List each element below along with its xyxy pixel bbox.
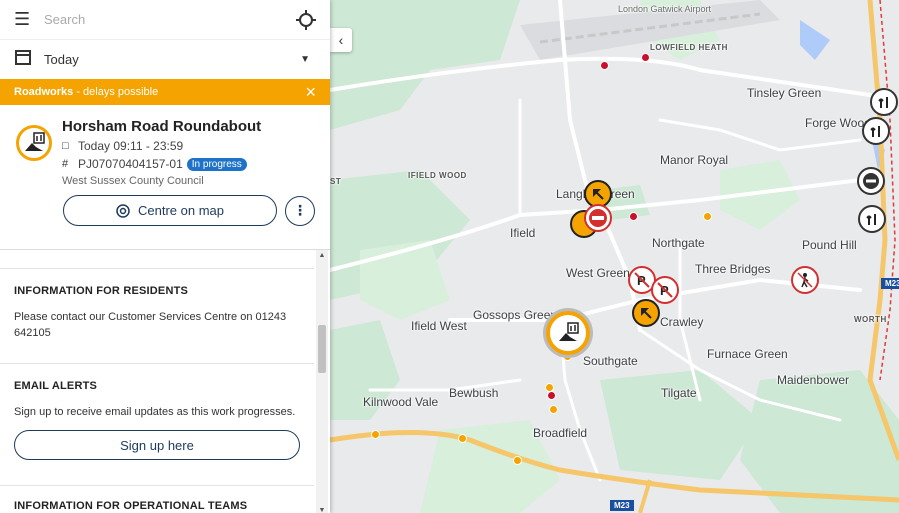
pedestrian-marker[interactable] <box>791 266 819 294</box>
no-parking-icon: P <box>634 272 650 288</box>
lanes-icon <box>878 97 888 108</box>
more-options-button[interactable]: ⋮ <box>285 195 315 226</box>
place-label: Broadfield <box>533 426 588 440</box>
roadworks-marker[interactable] <box>632 299 660 327</box>
lanes-icon <box>866 214 876 225</box>
traffic-signal-marker[interactable] <box>862 117 890 145</box>
road-shield: M23 <box>881 278 899 289</box>
lanes-icon <box>870 126 880 137</box>
incident-marker[interactable] <box>458 434 467 443</box>
place-label: Ifield <box>510 226 536 240</box>
place-label: London Gatwick Airport <box>618 4 712 14</box>
no-parking-marker[interactable]: P <box>651 276 679 304</box>
place-label: Manor Royal <box>660 153 729 167</box>
closure-marker[interactable] <box>857 167 885 195</box>
side-panel: ☰ Search Today ▼ Roadworks - delays possi… <box>0 0 330 513</box>
residents-text: Please contact our Customer Services Cen… <box>14 311 287 339</box>
email-title: EMAIL ALERTS <box>14 380 98 392</box>
no-parking-icon: P <box>657 282 673 298</box>
place-label: ST <box>330 177 342 186</box>
incident-reference: PJ07070404157-01 <box>78 157 183 171</box>
incident-marker[interactable] <box>549 405 558 414</box>
info-scroll-area[interactable]: INFORMATION FOR RESIDENTS Please contact… <box>0 249 330 513</box>
place-label: Bewbush <box>449 386 499 400</box>
place-label: Pound Hill <box>802 238 857 252</box>
place-label: Southgate <box>583 354 638 368</box>
roadworks-icon <box>16 125 52 161</box>
incident-marker[interactable] <box>371 430 380 439</box>
place-label: Three Bridges <box>695 262 771 276</box>
status-badge: In progress <box>186 157 247 171</box>
place-label: LOWFIELD HEATH <box>650 43 728 52</box>
incident-detail: Horsham Road Roundabout □ Today 09:11 - … <box>0 105 330 226</box>
place-label: Kilnwood Vale <box>363 395 439 409</box>
target-icon <box>116 203 130 218</box>
place-label: Tinsley Green <box>747 86 822 100</box>
operational-title: INFORMATION FOR OPERATIONAL TEAMS <box>14 500 248 512</box>
place-label: Ifield West <box>411 319 467 333</box>
traffic-signal-marker[interactable] <box>870 88 898 116</box>
menu-icon[interactable]: ☰ <box>14 9 44 30</box>
incident-marker[interactable] <box>545 383 554 392</box>
place-label: Northgate <box>652 236 705 250</box>
hash-icon: # <box>62 158 69 170</box>
place-label: Forge Wood <box>805 116 871 130</box>
incident-marker[interactable] <box>629 212 638 221</box>
close-icon[interactable]: × <box>305 82 316 103</box>
incident-time: Today 09:11 - 23:59 <box>78 139 184 153</box>
scroll-up-icon[interactable]: ▲ <box>316 252 328 259</box>
place-label: Tilgate <box>661 386 697 400</box>
selected-roadworks-marker[interactable] <box>546 311 590 355</box>
collapse-panel-button[interactable]: ‹ <box>330 28 352 52</box>
operational-section: INFORMATION FOR OPERATIONAL TEAMS <box>0 486 314 513</box>
residents-section: INFORMATION FOR RESIDENTS Please contact… <box>0 269 314 364</box>
incident-marker[interactable] <box>513 456 522 465</box>
alert-message: - delays possible <box>76 86 159 98</box>
locate-icon[interactable] <box>296 9 316 30</box>
arrow-icon <box>641 308 652 319</box>
scrollbar[interactable]: ▲ ▼ <box>316 250 328 513</box>
email-alerts-section: EMAIL ALERTS Sign up to receive email up… <box>0 364 314 486</box>
residents-title: INFORMATION FOR RESIDENTS <box>14 285 189 297</box>
no-entry-icon <box>863 173 879 189</box>
incident-title: Horsham Road Roundabout <box>62 118 262 135</box>
calendar-icon: □ <box>62 140 69 152</box>
incident-marker[interactable] <box>703 212 712 221</box>
alert-title: Roadworks <box>14 86 74 98</box>
place-label: WORTH <box>854 315 887 324</box>
email-text: Sign up to receive email updates as this… <box>14 406 296 418</box>
road-shield: M23 <box>610 500 634 511</box>
no-entry-icon <box>589 209 607 227</box>
incident-marker[interactable] <box>547 391 556 400</box>
date-selector[interactable]: Today ▼ <box>0 40 330 78</box>
place-label: Crawley <box>660 315 704 329</box>
place-label: Gossops Green <box>473 308 558 322</box>
incident-marker[interactable] <box>641 53 650 62</box>
roadworks-icon <box>559 322 579 341</box>
sign-up-button[interactable]: Sign up here <box>14 430 300 460</box>
traffic-signal-marker[interactable] <box>858 205 886 233</box>
road-closed-marker[interactable] <box>584 204 612 232</box>
pedestrian-icon <box>797 272 813 288</box>
incident-marker[interactable] <box>600 61 609 70</box>
place-label: Furnace Green <box>707 347 788 361</box>
section-spacer <box>0 250 314 269</box>
centre-on-map-button[interactable]: Centre on map <box>63 195 277 226</box>
incident-organisation: West Sussex County Council <box>62 175 204 187</box>
place-label: IFIELD WOOD <box>408 171 467 180</box>
search-input[interactable]: Search <box>44 12 296 27</box>
place-label: Maidenbower <box>777 373 850 387</box>
centre-on-map-label: Centre on map <box>138 203 224 218</box>
arrow-icon <box>593 189 604 200</box>
place-label: West Green <box>566 266 630 280</box>
calendar-icon <box>14 48 44 71</box>
scrollbar-thumb[interactable] <box>318 325 326 373</box>
date-value: Today <box>44 51 79 67</box>
scroll-down-icon[interactable]: ▼ <box>316 507 328 513</box>
chevron-down-icon: ▼ <box>300 53 310 65</box>
alert-banner: Roadworks - delays possible × <box>0 79 330 105</box>
search-bar: ☰ Search <box>0 0 330 40</box>
